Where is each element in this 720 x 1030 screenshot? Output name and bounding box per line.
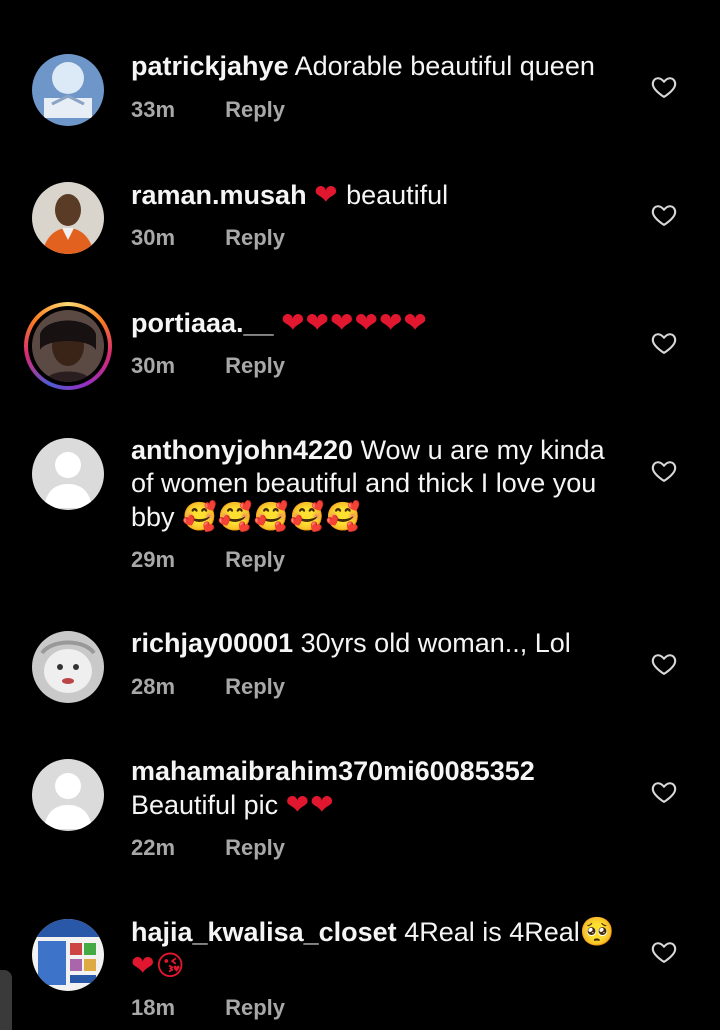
comment-time: 30m <box>131 353 176 378</box>
comment-body: 30yrs old woman.., Lol <box>300 628 571 658</box>
comment-meta: 30m Reply <box>131 353 285 379</box>
comment-emoji-secondary: ❤😘 <box>131 949 186 982</box>
comments-list: patrickjahye Adorable beautiful queen 33… <box>0 0 720 1030</box>
reply-button[interactable]: Reply <box>225 547 285 572</box>
comment-body: 4Real is 4Real <box>404 917 580 947</box>
comment-time: 29m <box>131 547 176 572</box>
comment-emoji: 🥺 <box>579 915 616 948</box>
comment-username[interactable]: richjay00001 <box>131 628 293 658</box>
like-heart-icon[interactable] <box>650 329 678 357</box>
comment-meta: 30m Reply <box>131 225 285 251</box>
comment-time: 33m <box>131 97 176 122</box>
comment-emoji: 🥰🥰🥰🥰🥰 <box>182 500 362 533</box>
comment-emoji: ❤ <box>314 178 339 211</box>
comment-meta: 29m Reply <box>131 547 285 573</box>
comment-emoji: ❤❤❤❤❤❤ <box>281 306 428 339</box>
reply-button[interactable]: Reply <box>225 225 285 250</box>
comment-username[interactable]: raman.musah <box>131 180 307 210</box>
comment-time: 22m <box>131 835 176 860</box>
avatar[interactable] <box>32 182 104 254</box>
comment-username[interactable]: portiaaa.__ <box>131 308 274 338</box>
reply-button[interactable]: Reply <box>225 674 285 699</box>
avatar[interactable] <box>32 54 104 126</box>
like-heart-icon[interactable] <box>650 938 678 966</box>
reply-button[interactable]: Reply <box>225 995 285 1020</box>
edge-handle[interactable] <box>0 970 12 1030</box>
like-heart-icon[interactable] <box>650 650 678 678</box>
comment-meta: 22m Reply <box>131 835 285 861</box>
comment-username[interactable]: patrickjahye <box>131 51 289 81</box>
comment-text: mahamaibrahim370mi60085352 Beautiful pic… <box>131 755 631 822</box>
avatar[interactable] <box>32 631 104 703</box>
comment-username[interactable]: hajia_kwalisa_closet <box>131 917 397 947</box>
reply-button[interactable]: Reply <box>225 97 285 122</box>
like-heart-icon[interactable] <box>650 201 678 229</box>
comment-body: beautiful <box>346 180 449 210</box>
like-heart-icon[interactable] <box>650 73 678 101</box>
comment-text: portiaaa.__ ❤❤❤❤❤❤ <box>131 306 631 340</box>
comment-text: raman.musah ❤ beautiful <box>131 178 631 212</box>
comment-text: hajia_kwalisa_closet 4Real is 4Real🥺 ❤😘 <box>131 915 631 983</box>
comment-meta: 28m Reply <box>131 674 285 700</box>
reply-button[interactable]: Reply <box>225 835 285 860</box>
comment-text: patrickjahye Adorable beautiful queen <box>131 50 631 83</box>
comment-time: 30m <box>131 225 176 250</box>
like-heart-icon[interactable] <box>650 457 678 485</box>
avatar[interactable] <box>32 919 104 991</box>
comment-username[interactable]: mahamaibrahim370mi60085352 <box>131 756 535 786</box>
comment-meta: 18m Reply <box>131 995 285 1021</box>
default-avatar[interactable] <box>32 438 104 510</box>
comment-emoji: ❤❤ <box>285 788 335 821</box>
story-ring[interactable] <box>24 302 112 390</box>
comment-text: anthonyjohn4220 Wow u are my kinda of wo… <box>131 434 631 534</box>
default-avatar[interactable] <box>32 759 104 831</box>
avatar[interactable] <box>32 310 104 382</box>
comment-username[interactable]: anthonyjohn4220 <box>131 435 353 465</box>
comment-body: Adorable beautiful queen <box>294 51 595 81</box>
comment-time: 28m <box>131 674 176 699</box>
comment-text: richjay00001 30yrs old woman.., Lol <box>131 627 631 660</box>
like-heart-icon[interactable] <box>650 778 678 806</box>
reply-button[interactable]: Reply <box>225 353 285 378</box>
comment-meta: 33m Reply <box>131 97 285 123</box>
comment-body: Beautiful pic <box>131 790 279 820</box>
comment-time: 18m <box>131 995 176 1020</box>
